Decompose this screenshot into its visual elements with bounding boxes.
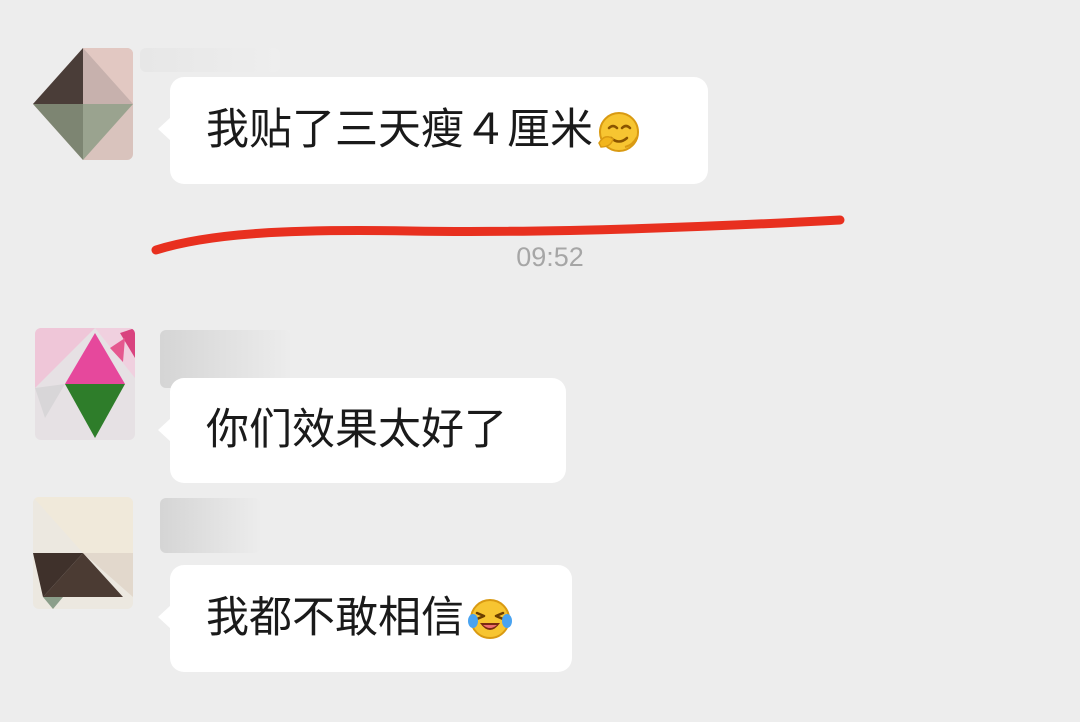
message-timestamp: 09:52 [516, 242, 584, 272]
blurred-sender-name [140, 48, 280, 72]
message-bubble[interactable]: 我都不敢相信 [158, 565, 572, 672]
avatar-pixelated-icon [35, 328, 135, 440]
avatar-pixelated-icon [33, 48, 133, 160]
message-text: 你们效果太好了 [206, 405, 507, 455]
smiling-face-emoji-icon [595, 107, 643, 155]
message-bubble[interactable]: 你们效果太好了 [158, 378, 566, 483]
avatar[interactable] [33, 48, 133, 160]
laughing-crying-face-emoji-icon [466, 595, 514, 643]
chat-window: 我贴了三天瘦４厘米 09:52 你们效果太好了 我都不敢相信 [0, 0, 1080, 722]
avatar-pixelated-icon [33, 497, 133, 609]
message-text: 我贴了三天瘦４厘米 [206, 105, 593, 155]
blurred-sender-name [160, 498, 260, 553]
avatar[interactable] [33, 497, 133, 609]
message-text: 我都不敢相信 [206, 593, 464, 643]
avatar[interactable] [35, 328, 135, 440]
message-bubble[interactable]: 我贴了三天瘦４厘米 [158, 77, 708, 184]
